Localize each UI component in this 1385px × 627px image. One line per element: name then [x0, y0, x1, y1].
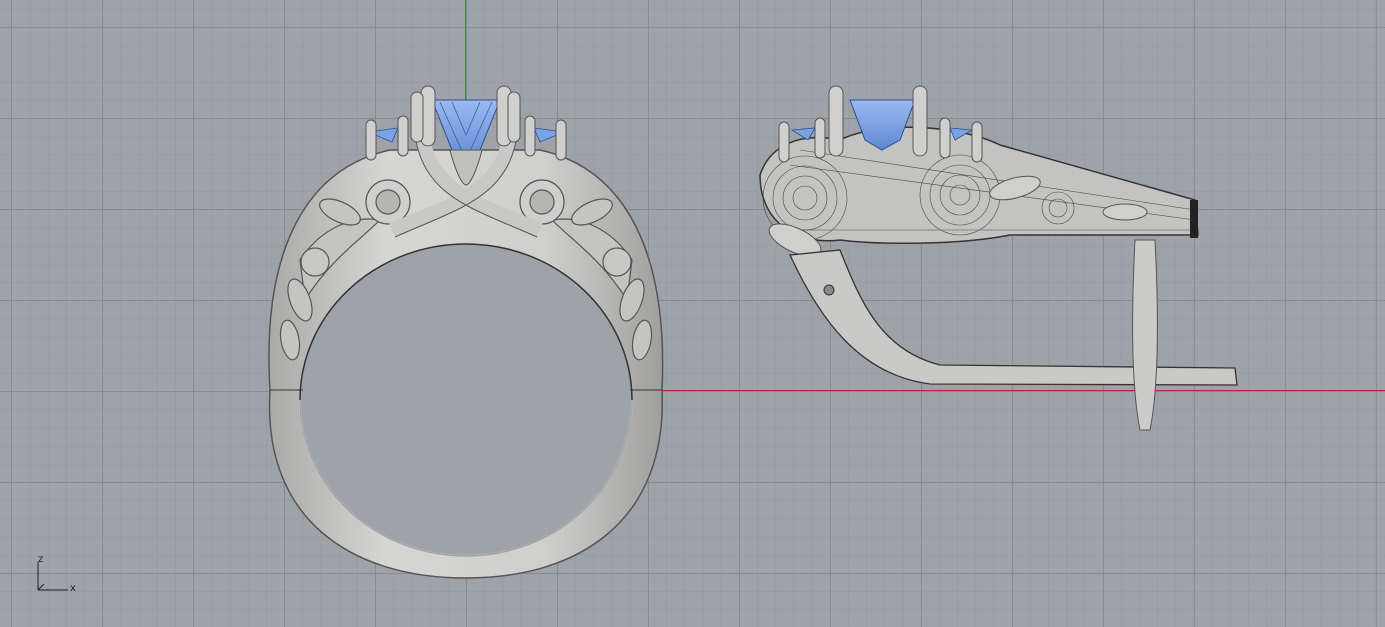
ring-side-view [759, 85, 1238, 431]
z-axis-label: z [38, 554, 44, 565]
axes-gizmo-lines [37, 562, 68, 591]
axes-gizmo: z x [28, 552, 88, 602]
x-axis-label: x [70, 583, 76, 594]
ring-front-view[interactable] [0, 0, 1385, 627]
front-viewport[interactable]: z x [0, 0, 1385, 627]
